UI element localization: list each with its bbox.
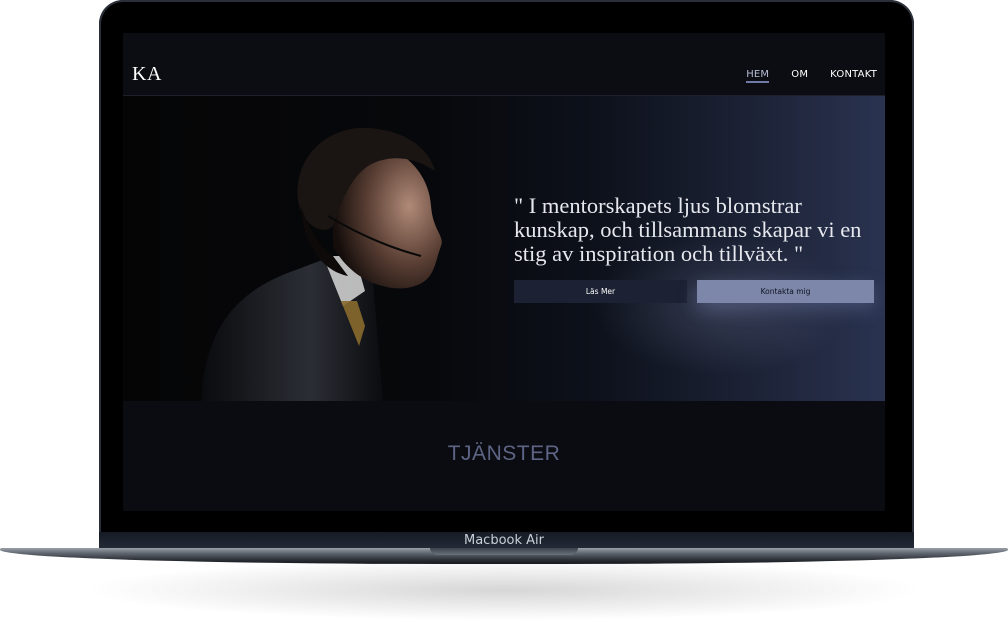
nav-link-om[interactable]: OM: [791, 69, 808, 83]
portrait-image: [201, 127, 442, 401]
hero-section: " I mentorskapets ljus blomstrar kunskap…: [123, 96, 885, 401]
laptop-shadow: [90, 560, 918, 620]
navbar: KA HEM OM KONTAKT: [123, 33, 885, 96]
laptop-notch: [430, 548, 578, 555]
nav-link-hem[interactable]: HEM: [746, 69, 770, 83]
read-more-button[interactable]: Läs Mer: [514, 280, 687, 303]
screen: KA HEM OM KONTAKT " I mentorskapets ljus…: [123, 33, 885, 511]
contact-me-button[interactable]: Kontakta mig: [697, 280, 874, 303]
hero-quote: " I mentorskapets ljus blomstrar kunskap…: [514, 193, 862, 266]
services-title: TJÄNSTER: [447, 442, 561, 465]
nav-link-kontakt[interactable]: KONTAKT: [830, 69, 877, 83]
services-section: TJÄNSTER: [123, 401, 885, 511]
device-label: Macbook Air: [464, 533, 544, 548]
site-logo[interactable]: KA: [132, 63, 162, 86]
nav-menu: HEM OM KONTAKT: [746, 69, 877, 83]
